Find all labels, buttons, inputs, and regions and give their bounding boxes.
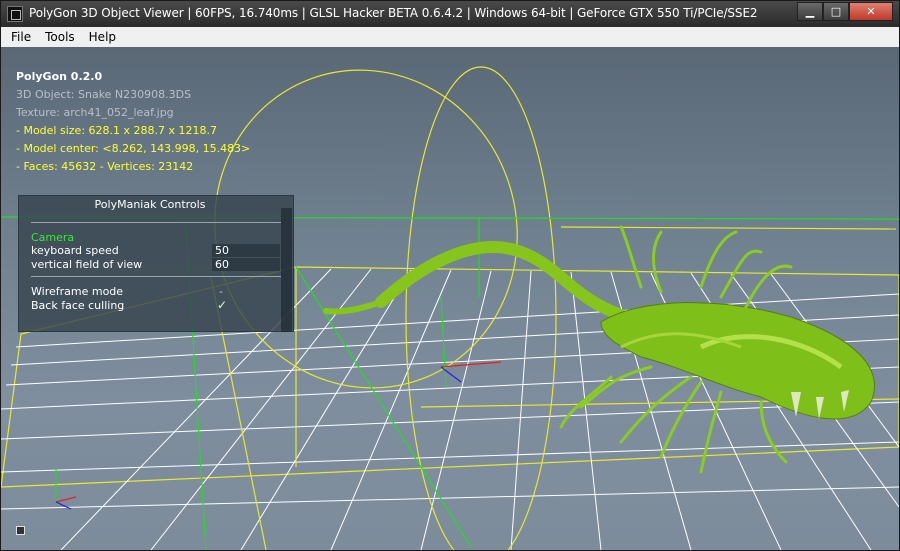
minimize-button[interactable]: ▁ [797,2,823,21]
model-center-label: - Model center: <8.262, 143.998, 15.483> [16,142,251,155]
camera-section-header: Camera [31,231,75,244]
menu-bar: File Tools Help [1,27,899,48]
corner-toggle-icon[interactable] [16,526,25,535]
panel-divider [31,222,281,223]
close-button[interactable]: ✕ [849,2,893,21]
menu-tools[interactable]: Tools [38,27,82,47]
fov-input[interactable]: 60 [212,258,280,271]
panel-divider [31,276,281,277]
wireframe-mode-toggle[interactable]: - [219,285,223,298]
keyboard-speed-label: keyboard speed [31,244,119,257]
panel-scrollbar[interactable] [281,208,292,332]
model-info-overlay: PolyGon 0.2.0 3D Object: Snake N230908.3… [16,68,250,176]
app-version-label: PolyGon 0.2.0 [16,70,103,83]
polymaniak-controls-panel[interactable]: PolyManiak Controls Camera keyboard spee… [18,195,294,332]
faces-vertices-label: - Faces: 45632 - Vertices: 23142 [16,160,194,173]
menu-file[interactable]: File [1,27,38,47]
3d-viewport[interactable]: PolyGon 0.2.0 3D Object: Snake N230908.3… [1,47,899,550]
keyboard-speed-input[interactable]: 50 [212,244,280,257]
model-size-label: - Model size: 628.1 x 288.7 x 1218.7 [16,124,217,137]
window-controls: ▁ □ ✕ [797,2,893,21]
window-title: PolyGon 3D Object Viewer | 60FPS, 16.740… [29,6,758,20]
panel-title: PolyManiak Controls [94,198,206,211]
backface-culling-label: Back face culling [31,299,125,312]
backface-culling-checkmark-icon[interactable]: ✓ [217,299,227,312]
title-bar[interactable]: PolyGon 3D Object Viewer | 60FPS, 16.740… [1,1,899,27]
wireframe-mode-label: Wireframe mode [31,285,124,298]
object-name-label: 3D Object: Snake N230908.3DS [16,88,192,101]
menu-help[interactable]: Help [82,27,123,47]
texture-name-label: Texture: arch41_052_leaf.jpg [16,106,174,119]
app-window: PolyGon 3D Object Viewer | 60FPS, 16.740… [0,0,900,551]
fov-label: vertical field of view [31,258,143,271]
maximize-button[interactable]: □ [823,2,849,21]
app-icon [7,6,23,22]
